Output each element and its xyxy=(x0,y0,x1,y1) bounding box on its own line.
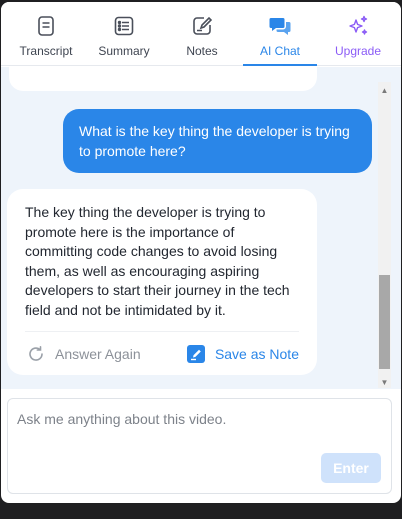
answer-again-button[interactable]: Answer Again xyxy=(27,345,141,363)
refresh-icon xyxy=(29,345,43,361)
ai-message-bubble: The key thing the developer is trying to… xyxy=(7,189,317,375)
video-assistant-panel: Transcript Summary Notes AI Chat Upgrade… xyxy=(1,2,401,503)
tab-ai-chat[interactable]: AI Chat xyxy=(241,2,319,66)
chat-scrollbar[interactable]: ▲ ▼ xyxy=(378,82,391,388)
user-message-bubble: What is the key thing the developer is t… xyxy=(63,109,372,173)
ai-message-actions: Answer Again Save as Note xyxy=(25,331,299,375)
summary-icon xyxy=(114,16,134,36)
save-as-note-label: Save as Note xyxy=(214,345,299,362)
sparkle-icon xyxy=(349,15,368,35)
enter-button[interactable]: Enter xyxy=(321,453,381,483)
tab-notes[interactable]: Notes xyxy=(163,2,241,65)
tab-summary-label: Summary xyxy=(98,44,150,58)
chat-area: What is the key thing the developer is t… xyxy=(1,67,401,389)
ai-message-text: The key thing the developer is trying to… xyxy=(25,204,290,318)
chat-input-box: Enter xyxy=(7,398,392,494)
user-message-text: What is the key thing the developer is t… xyxy=(79,123,350,159)
previous-message-bubble xyxy=(9,67,317,91)
scroll-down-arrow-icon[interactable]: ▼ xyxy=(378,376,391,388)
tab-bar: Transcript Summary Notes AI Chat Upgrade xyxy=(1,2,401,66)
notes-icon xyxy=(193,16,213,35)
tab-transcript-label: Transcript xyxy=(19,44,73,58)
answer-again-label: Answer Again xyxy=(55,345,141,362)
tab-notes-label: Notes xyxy=(186,44,218,58)
tab-upgrade-label: Upgrade xyxy=(334,44,382,58)
save-as-note-button[interactable]: Save as Note xyxy=(186,344,299,363)
tab-upgrade[interactable]: Upgrade xyxy=(319,2,397,65)
transcript-icon xyxy=(38,16,54,36)
chat-input[interactable] xyxy=(8,399,391,459)
scroll-up-arrow-icon[interactable]: ▲ xyxy=(378,84,391,96)
ai-chat-icon xyxy=(269,18,291,35)
edit-note-icon xyxy=(186,344,205,363)
tab-transcript[interactable]: Transcript xyxy=(7,2,85,65)
tab-ai-chat-label: AI Chat xyxy=(259,44,301,58)
tab-summary[interactable]: Summary xyxy=(85,2,163,65)
scrollbar-thumb[interactable] xyxy=(379,275,390,369)
